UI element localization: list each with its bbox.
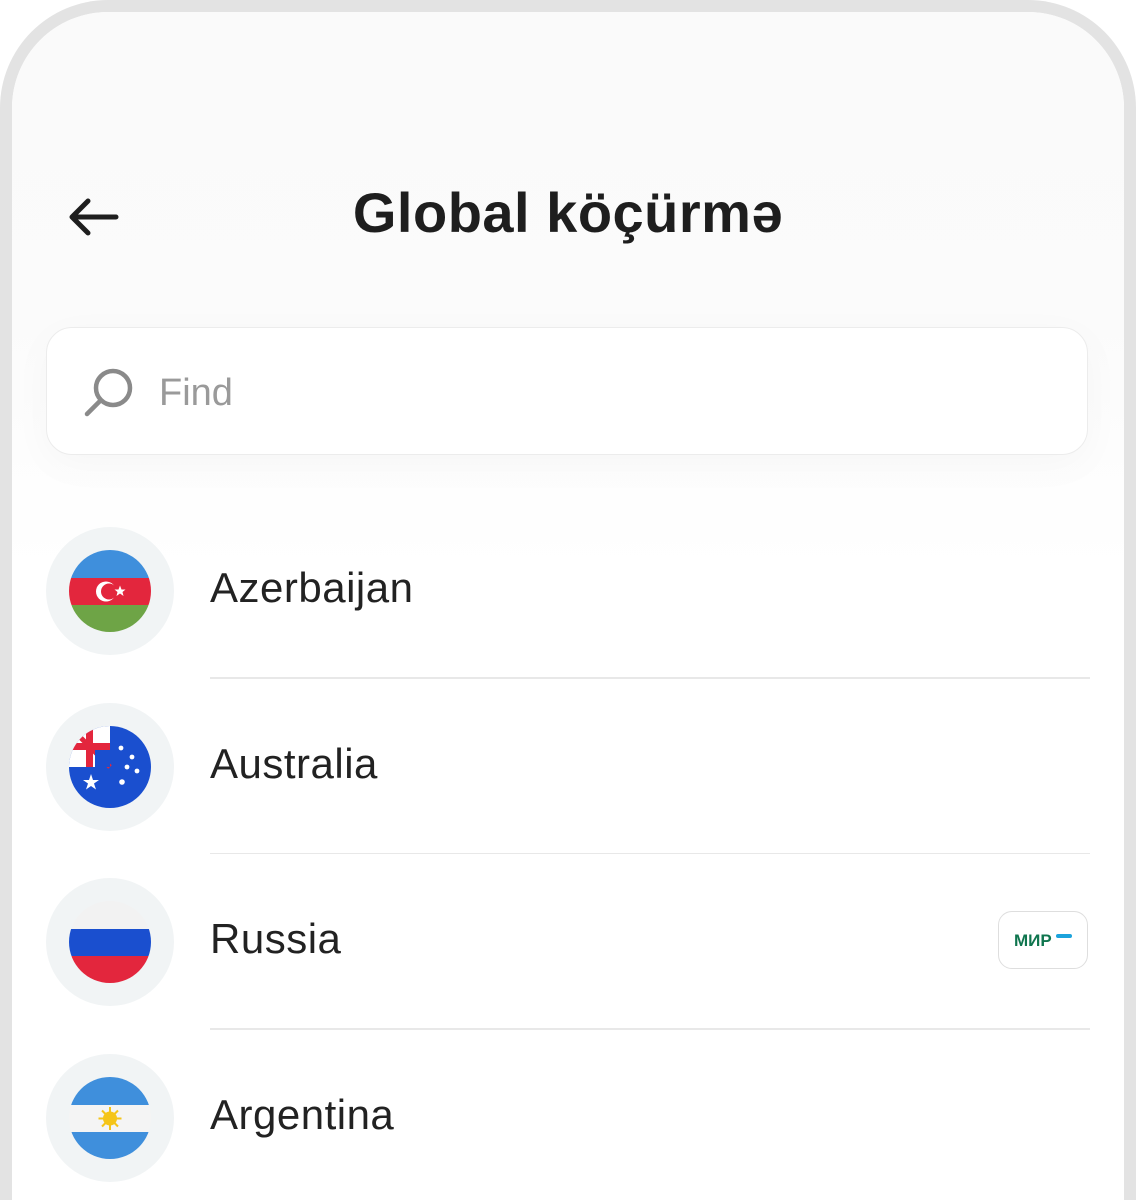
search-box[interactable] [46, 327, 1088, 455]
russia-flag-icon [69, 901, 151, 983]
search-icon [83, 366, 135, 418]
country-row-australia[interactable]: Australia [12, 700, 1124, 876]
search-input[interactable] [157, 352, 1041, 434]
divider [210, 677, 1090, 679]
azerbaijan-flag-icon [69, 550, 151, 632]
page-title: Global köçürmə [12, 180, 1124, 245]
country-row-russia[interactable]: Russia МИР [12, 875, 1124, 1051]
flag-container [46, 1054, 174, 1182]
divider [210, 853, 1090, 855]
argentina-flag-icon [69, 1077, 151, 1159]
australia-flag-icon [69, 726, 151, 808]
country-row-argentina[interactable]: Argentina [12, 1051, 1124, 1200]
svg-text:МИР: МИР [1014, 931, 1052, 950]
divider [210, 1028, 1090, 1030]
country-name: Russia [210, 915, 341, 963]
country-name: Azerbaijan [210, 564, 413, 612]
mir-card-badge: МИР [998, 911, 1088, 969]
country-list: Azerbaijan [12, 524, 1124, 1200]
country-name: Argentina [210, 1091, 394, 1139]
mir-logo-icon: МИР [1012, 929, 1074, 951]
country-row-azerbaijan[interactable]: Azerbaijan [12, 524, 1124, 700]
flag-container [46, 703, 174, 831]
country-name: Australia [210, 740, 378, 788]
flag-container [46, 527, 174, 655]
header-background [12, 12, 1124, 572]
flag-container [46, 878, 174, 1006]
phone-frame: Global köçürmə [0, 0, 1136, 1200]
